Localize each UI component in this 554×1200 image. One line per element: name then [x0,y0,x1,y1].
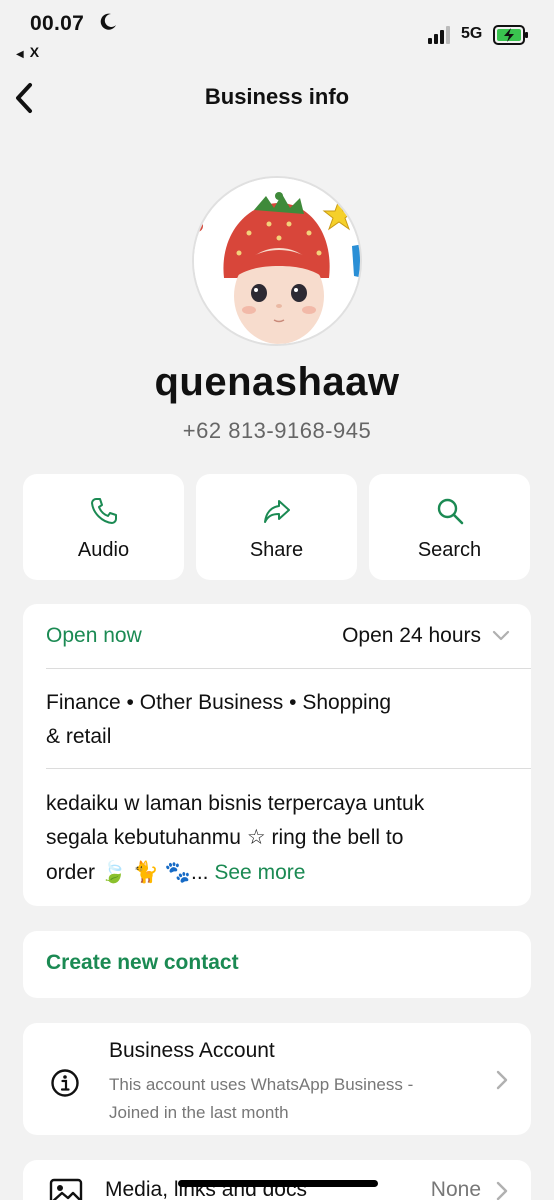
business-hours-row[interactable]: Open now Open 24 hours [23,604,531,668]
description-line-1: kedaiku w laman bisnis terpercaya untuk [46,792,425,815]
audio-call-button[interactable]: Audio [23,474,184,580]
cat-emoji: 🐈 [132,860,160,884]
opening-hours: Open 24 hours [342,624,481,647]
leaf-emoji: 🍃 [100,860,128,884]
categories-line-2: & retail [46,725,112,748]
open-status: Open now [46,624,142,647]
business-details-card: Open now Open 24 hours Finance • Other B… [23,604,531,906]
description-line-3: order 🍃 🐈 🐾... See more [46,855,516,890]
business-description: kedaiku w laman bisnis terpercaya untuk … [46,787,516,890]
categories-line-1: Finance • Other Business • Shopping [46,691,392,714]
photo-icon [49,1178,83,1200]
audio-label: Audio [77,539,130,561]
business-account-description: This account uses WhatsApp Business - Jo… [109,1071,489,1127]
page-title: Business info [204,84,350,109]
status-time: 00.07 [30,12,85,35]
profile-avatar[interactable] [192,176,362,346]
search-label: Search [417,539,482,561]
see-more-link[interactable]: See more [214,861,305,884]
back-to-app-link[interactable]: ◀ X [16,44,39,60]
business-account-card[interactable]: Business Account This account uses Whats… [23,1023,531,1135]
business-account-title: Business Account [109,1039,275,1062]
back-app-label: X [29,44,40,60]
doll-avatar-illustration [194,178,360,344]
search-icon [437,498,464,525]
divider [46,768,531,769]
business-categories: Finance • Other Business • Shopping & re… [46,686,506,754]
create-contact-card[interactable]: Create new contact [23,931,531,998]
chevron-right-icon [496,1181,508,1200]
phone-icon [91,498,117,524]
business-info-screen: 00.07 ◀ X 5G Business info quenashaaw +6… [0,0,554,1200]
chevron-down-icon[interactable] [491,628,511,644]
home-indicator[interactable] [178,1180,378,1187]
share-label: Share [249,539,304,561]
share-button[interactable]: Share [196,474,357,580]
business-account-desc-line-1: This account uses WhatsApp Business - [109,1075,414,1094]
ellipsis: ... [191,861,209,884]
paws-emoji: 🐾 [164,860,192,884]
create-contact-button[interactable]: Create new contact [46,951,239,975]
profile-phone: +62 813-9168-945 [182,418,372,443]
battery-charging-icon [493,25,528,45]
cellular-signal-icon [428,26,450,44]
media-count: None [430,1178,481,1200]
share-arrow-icon [264,500,290,523]
divider [46,668,531,669]
network-type: 5G [461,25,483,42]
search-button[interactable]: Search [369,474,530,580]
description-prefix: order [46,861,101,884]
status-bar: 00.07 ◀ X 5G [0,0,554,62]
chevron-right-icon [496,1070,508,1090]
description-line-2: segala kebutuhanmu ☆ ring the bell to [46,826,404,849]
back-triangle-icon: ◀ [16,49,24,60]
info-icon [51,1069,79,1097]
profile-name: quenashaaw [154,360,400,404]
business-account-desc-line-2: Joined in the last month [109,1103,289,1122]
moon-icon [100,13,116,30]
